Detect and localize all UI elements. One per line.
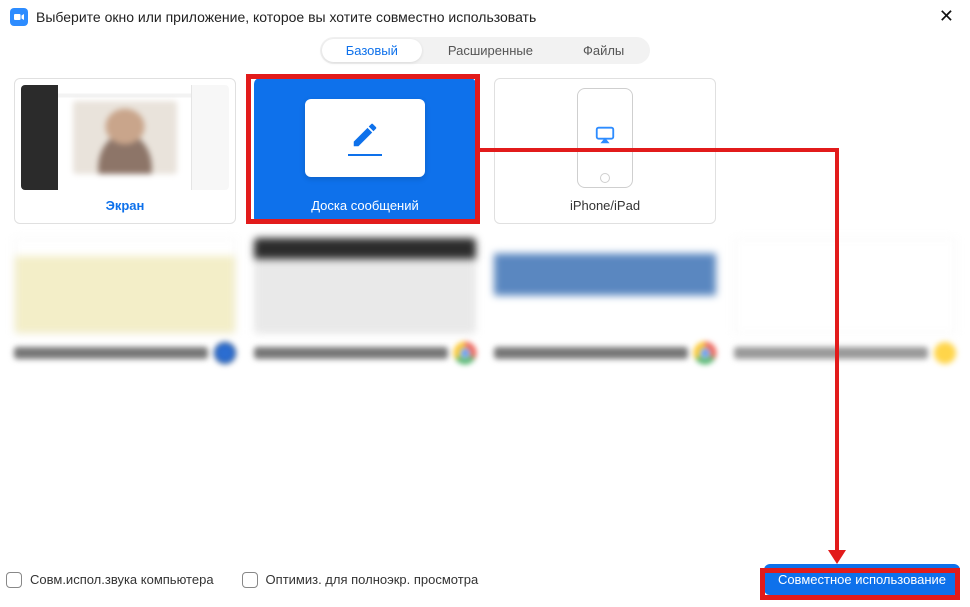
window-title: Выберите окно или приложение, которое вы…	[36, 9, 536, 25]
share-option-screen[interactable]: Экран	[14, 78, 236, 224]
chrome-icon	[694, 342, 716, 364]
share-option-iphone[interactable]: iPhone/iPad	[494, 78, 716, 224]
app-caption	[14, 347, 208, 359]
share-option-whiteboard-label: Доска сообщений	[261, 198, 469, 213]
checkbox-optimize-video[interactable]: Оптимиз. для полноэкр. просмотра	[242, 572, 479, 588]
app-caption	[494, 347, 688, 359]
screen-thumbnail	[21, 85, 229, 190]
zoom-app-icon	[10, 8, 28, 26]
app-thumbnail	[254, 238, 476, 334]
share-option-app-4[interactable]	[734, 238, 956, 378]
share-option-screen-label: Экран	[21, 198, 229, 213]
app-thumbnail	[494, 238, 716, 334]
checkbox-share-audio[interactable]: Совм.испол.звука компьютера	[6, 572, 214, 588]
tab-files[interactable]: Файлы	[559, 39, 648, 62]
tab-basic[interactable]: Базовый	[322, 39, 422, 62]
checkbox-share-audio-label: Совм.испол.звука компьютера	[30, 572, 214, 587]
share-option-app-1[interactable]	[14, 238, 236, 378]
share-button[interactable]: Совместное использование	[764, 564, 960, 595]
app-thumbnail	[14, 238, 236, 334]
app-icon-yellow	[934, 342, 956, 364]
pencil-icon	[350, 120, 380, 150]
close-icon[interactable]: ✕	[933, 6, 960, 27]
edge-icon	[214, 342, 236, 364]
tab-bar: Базовый Расширенные Файлы	[320, 37, 651, 64]
share-option-app-3[interactable]	[494, 238, 716, 378]
app-caption	[254, 347, 448, 359]
share-option-app-2[interactable]	[254, 238, 476, 378]
airplay-icon	[594, 124, 616, 151]
tab-advanced[interactable]: Расширенные	[424, 39, 557, 62]
app-thumbnail	[734, 238, 956, 334]
app-caption	[734, 347, 928, 359]
iphone-thumbnail	[501, 85, 709, 190]
share-option-whiteboard[interactable]: Доска сообщений	[254, 78, 476, 224]
chrome-icon	[454, 342, 476, 364]
checkbox-box	[242, 572, 258, 588]
checkbox-box	[6, 572, 22, 588]
share-option-iphone-label: iPhone/iPad	[501, 198, 709, 213]
whiteboard-thumbnail	[261, 85, 469, 190]
checkbox-optimize-video-label: Оптимиз. для полноэкр. просмотра	[266, 572, 479, 587]
